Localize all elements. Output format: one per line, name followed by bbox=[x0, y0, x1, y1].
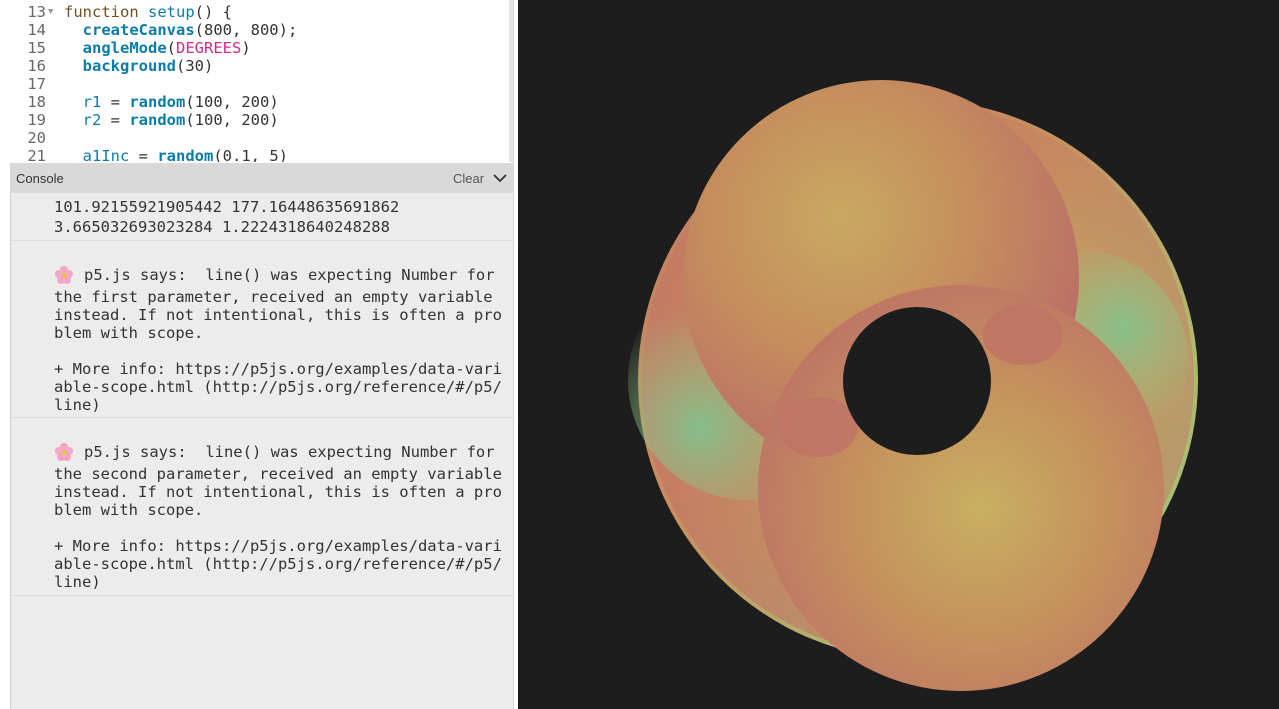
code-line[interactable]: 14 createCanvas(800, 800); bbox=[0, 21, 500, 39]
code-token: (0.1, 5) bbox=[213, 147, 288, 162]
console-message-line: + More info: https://p5js.org/examples/d… bbox=[54, 360, 502, 378]
line-number: 17 bbox=[27, 75, 46, 93]
console-message: p5.js says: line() was expecting Number … bbox=[11, 241, 513, 418]
code-line[interactable]: 16 background(30) bbox=[0, 57, 500, 75]
console-header: Console Clear bbox=[10, 163, 513, 193]
code-line[interactable]: 21 a1Inc = random(0.1, 5) bbox=[0, 147, 500, 162]
sketch-render bbox=[628, 80, 1198, 691]
code-line[interactable]: 19 r2 = random(100, 200) bbox=[0, 111, 500, 129]
code-token: = bbox=[101, 93, 130, 111]
console-body: 101.92155921905442 177.16448635691862 3.… bbox=[10, 193, 513, 709]
console-message-line: able-scope.html (http://p5js.org/referen… bbox=[54, 378, 502, 396]
line-number: 19 bbox=[27, 111, 46, 129]
editor-console-panel: 13 ▼ function setup() {14 createCanvas(800… bbox=[0, 0, 514, 709]
console-message-line: the first parameter, received an empty v… bbox=[54, 288, 493, 306]
code-token: DEGREES bbox=[176, 39, 242, 57]
code-line[interactable]: 13 ▼ function setup() { bbox=[0, 3, 500, 21]
line-number: 21 bbox=[27, 147, 46, 162]
code-text: a1Inc = random(0.1, 5) bbox=[64, 147, 288, 162]
code-line[interactable]: 15 angleMode(DEGREES) bbox=[0, 39, 500, 57]
console-message-line: p5.js says: line() was expecting Number … bbox=[84, 266, 495, 284]
flower-icon bbox=[54, 442, 74, 462]
console-message-line: line) bbox=[54, 573, 101, 591]
code-token: angleMode bbox=[82, 39, 167, 57]
code-line[interactable]: 18 r1 = random(100, 200) bbox=[0, 93, 500, 111]
code-token: (30) bbox=[176, 57, 214, 75]
code-token: setup bbox=[148, 3, 195, 21]
chevron-down-icon[interactable] bbox=[492, 171, 508, 185]
console-log-line: 3.665032693023284 1.2224318640248288 bbox=[54, 218, 390, 236]
app-root: 13 ▼ function setup() {14 createCanvas(800… bbox=[0, 0, 1279, 709]
overlap-lens-right bbox=[983, 305, 1063, 365]
code-text: function setup() { bbox=[64, 3, 232, 21]
code-line[interactable]: 20 bbox=[0, 129, 500, 147]
code-token: = bbox=[101, 111, 130, 129]
line-number: 15 bbox=[27, 39, 46, 57]
code-token: = bbox=[129, 147, 158, 162]
console-message: p5.js says: line() was expecting Number … bbox=[11, 418, 513, 596]
code-token: ) bbox=[241, 39, 251, 57]
code-token: () { bbox=[194, 3, 232, 21]
code-token: r2 bbox=[82, 111, 102, 129]
console-message-line: blem with scope. bbox=[54, 501, 204, 519]
console-message-line: line) bbox=[54, 396, 101, 414]
code-token: random bbox=[157, 147, 214, 162]
code-text: angleMode(DEGREES) bbox=[64, 39, 251, 57]
console-message-line: instead. If not intentional, this is oft… bbox=[54, 483, 502, 501]
flower-icon bbox=[54, 265, 74, 285]
console-message-line: able-scope.html (http://p5js.org/referen… bbox=[54, 555, 502, 573]
code-token: (800, 800); bbox=[194, 21, 298, 39]
console-message-line: + More info: https://p5js.org/examples/d… bbox=[54, 537, 502, 555]
line-number: 14 bbox=[27, 21, 46, 39]
center-hole bbox=[843, 307, 991, 455]
code-token: (100, 200) bbox=[185, 93, 279, 111]
sketch-canvas bbox=[518, 0, 1279, 709]
code-text: r2 = random(100, 200) bbox=[64, 111, 279, 129]
console-message-line: the second parameter, received an empty … bbox=[54, 465, 502, 483]
line-number: 18 bbox=[27, 93, 46, 111]
code-token: ( bbox=[166, 39, 177, 57]
editor-scrollbar[interactable] bbox=[509, 0, 513, 162]
clear-console-button[interactable]: Clear bbox=[453, 171, 484, 186]
console-message-line: p5.js says: line() was expecting Number … bbox=[84, 443, 495, 461]
code-editor[interactable]: 13 ▼ function setup() {14 createCanvas(800… bbox=[0, 0, 513, 162]
code-token: createCanvas bbox=[82, 21, 195, 39]
code-token: r1 bbox=[82, 93, 102, 111]
code-token: background bbox=[82, 57, 176, 75]
fold-arrow-icon[interactable]: ▼ bbox=[48, 3, 53, 21]
overlap-lens-left bbox=[778, 397, 858, 457]
console-message-line: instead. If not intentional, this is oft… bbox=[54, 306, 502, 324]
line-number: 13 bbox=[27, 3, 46, 21]
console-title: Console bbox=[16, 171, 64, 186]
console-log-entry: 101.92155921905442 177.16448635691862 3.… bbox=[11, 193, 513, 241]
code-token: (100, 200) bbox=[185, 111, 279, 129]
console-log-line: 101.92155921905442 177.16448635691862 bbox=[54, 198, 400, 216]
code-token: a1Inc bbox=[82, 147, 130, 162]
code-text: r1 = random(100, 200) bbox=[64, 93, 279, 111]
code-token: random bbox=[129, 111, 186, 129]
code-text: background(30) bbox=[64, 57, 214, 75]
code-token: random bbox=[129, 93, 186, 111]
line-number: 20 bbox=[27, 129, 46, 147]
code-text: createCanvas(800, 800); bbox=[64, 21, 298, 39]
console-message-line: blem with scope. bbox=[54, 324, 204, 342]
line-number: 16 bbox=[27, 57, 46, 75]
code-line[interactable]: 17 bbox=[0, 75, 500, 93]
code-token: function bbox=[64, 3, 139, 21]
